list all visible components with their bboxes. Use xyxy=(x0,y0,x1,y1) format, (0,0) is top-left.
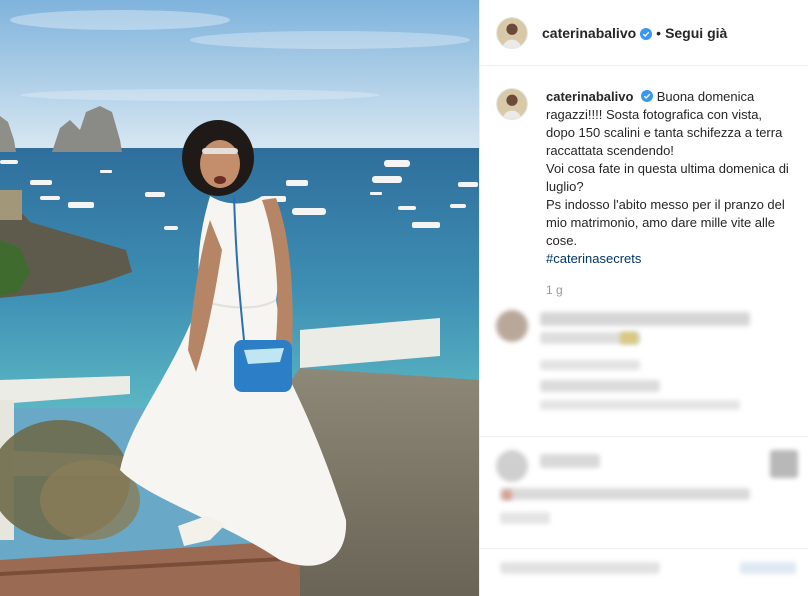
post-photo[interactable] xyxy=(0,0,479,596)
comment-text-blur xyxy=(500,562,660,574)
comment-avatar xyxy=(770,450,798,478)
comment-text-blur xyxy=(500,512,550,524)
caption-username[interactable]: caterinabalivo xyxy=(546,89,633,104)
post-time[interactable]: 1 g xyxy=(546,281,790,299)
separator-dot: • xyxy=(656,24,662,41)
post-sidebar: caterinabalivo • Segui già caterinabaliv… xyxy=(479,0,808,596)
verified-badge-icon xyxy=(641,89,654,102)
caption: caterinabalivo Buona domenica ragazzi!!!… xyxy=(480,66,808,299)
comments-list xyxy=(480,300,808,596)
comment-text-blur xyxy=(540,380,660,392)
comment-text-blur xyxy=(500,488,750,500)
divider xyxy=(480,436,808,437)
verified-badge-icon xyxy=(640,27,653,40)
comment-avatar xyxy=(496,450,528,482)
caption-avatar[interactable] xyxy=(496,88,528,120)
comment-text-blur xyxy=(540,454,600,468)
comment-text-blur xyxy=(502,490,512,500)
comment-text-blur xyxy=(540,400,740,410)
follow-button[interactable]: Segui già xyxy=(665,25,727,41)
avatar[interactable] xyxy=(496,16,528,49)
comment-avatar xyxy=(496,310,528,342)
caption-body: caterinabalivo Buona domenica ragazzi!!!… xyxy=(546,88,790,299)
hashtag-link[interactable]: #caterinasecrets xyxy=(546,251,641,266)
divider xyxy=(480,548,808,549)
post-header: caterinabalivo • Segui già xyxy=(480,0,808,66)
comment-text-blur xyxy=(540,360,640,370)
comment-text-blur xyxy=(540,312,750,326)
caption-text: Buona domenica ragazzi!!!! Sosta fotogra… xyxy=(546,89,789,248)
comment-text-blur xyxy=(620,332,638,344)
comment-text-blur xyxy=(740,562,796,574)
username[interactable]: caterinabalivo xyxy=(542,25,636,41)
